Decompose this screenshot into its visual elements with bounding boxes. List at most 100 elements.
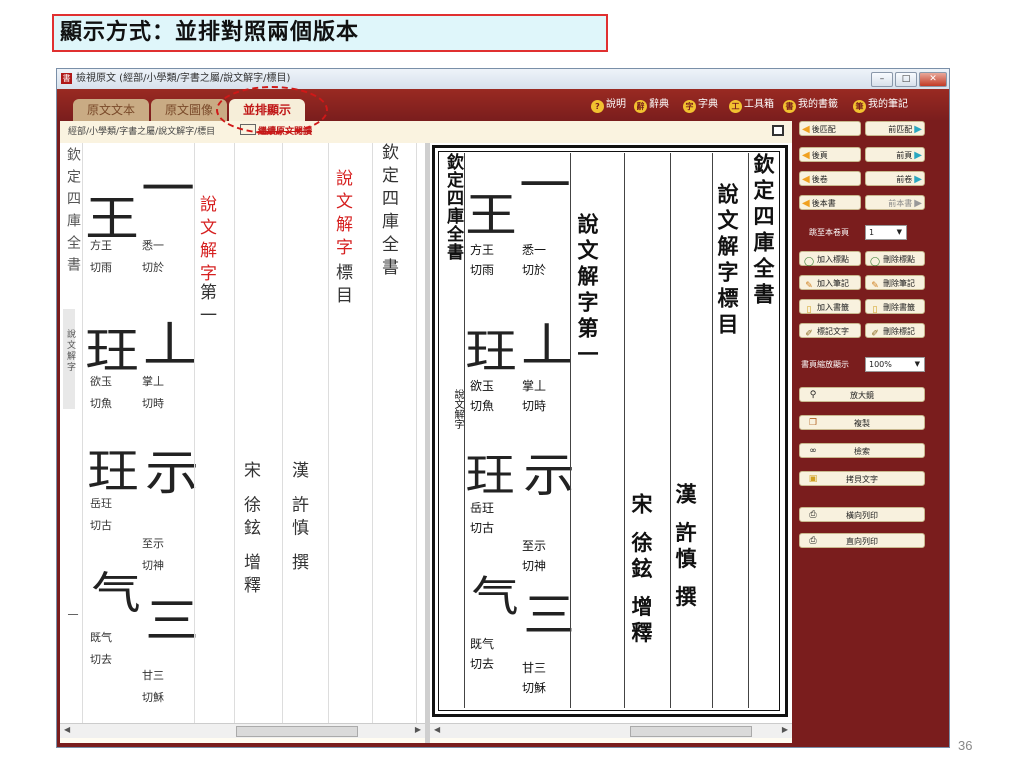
annotation: 岳玨 — [90, 497, 112, 510]
scroll-left-icon[interactable]: ◀ — [64, 725, 70, 734]
zoom-select[interactable]: 100% ▼ — [865, 357, 925, 372]
copy-label: 複製 — [854, 419, 870, 428]
arrow-right-icon: ▶ — [914, 198, 922, 209]
magnifier-button[interactable]: ⚲ 放大鏡 — [799, 387, 925, 402]
scan-divider — [670, 153, 671, 708]
scan-annotation: 方王 — [470, 243, 495, 257]
add-bookmark-button[interactable]: ▯ 加入書籤 — [799, 299, 861, 315]
scan-annotation: 切去 — [470, 657, 495, 671]
seal-char-yi: 一 — [141, 161, 195, 217]
delete-note-button[interactable]: ✎ 刪除筆記 — [865, 275, 925, 291]
prev-book-label: 前本書 — [888, 199, 913, 208]
next-page-button[interactable]: ◀ 後頁 — [799, 147, 861, 162]
delete-mark-button[interactable]: ✐ 刪除標記 — [865, 323, 925, 339]
chevron-down-icon: ▼ — [896, 228, 902, 236]
clipboard-icon: ▣ — [808, 474, 818, 484]
copy-text-button[interactable]: ▣ 拷貝文字 — [799, 471, 925, 486]
annotation: 切雨 — [90, 261, 112, 274]
scan-seal-san: 三 — [523, 588, 575, 642]
scan-seal-jue: 玨 — [465, 324, 517, 378]
notes-icon: 筆 — [853, 100, 866, 113]
scan-seal-qi: 气 — [471, 572, 519, 621]
maximize-button[interactable]: □ — [895, 72, 917, 87]
column-xu-shen: 漢 許慎 撰 — [288, 461, 308, 576]
divider — [82, 143, 83, 723]
arrow-right-icon: ▶ — [914, 174, 922, 185]
bookmark-page-icon: ▯ — [872, 305, 878, 315]
copy-button[interactable]: ❐ 複製 — [799, 415, 925, 430]
delete-note-label: 刪除筆記 — [883, 279, 915, 288]
tab-original-text[interactable]: 原文文本 — [73, 99, 149, 121]
next-page-label: 後頁 — [811, 151, 828, 160]
dictionary-button[interactable]: 辭辭典 — [634, 97, 669, 113]
print-portrait-button[interactable]: ⎙ 直向列印 — [799, 533, 925, 548]
scan-annotation: 悉一 — [522, 243, 547, 257]
scroll-thumb[interactable] — [630, 726, 752, 737]
my-bookmarks-button[interactable]: 書我的書籤 — [783, 97, 838, 113]
annotation: 切魚 — [90, 397, 112, 410]
search-label: 檢索 — [854, 447, 870, 456]
minimize-button[interactable]: – — [871, 72, 893, 87]
delete-mark-label: 刪除標記 — [883, 327, 915, 336]
seal-char-jue2: 玨 — [87, 444, 139, 498]
prev-volume-label: 前卷 — [896, 175, 913, 184]
highlighter-icon: ✐ — [871, 329, 879, 339]
scan-image-pane[interactable]: 欽定四庫全書 說文解字 王 方王 切雨 玨 欲玉 切魚 玨 岳玨 切古 气 既气… — [430, 143, 792, 723]
zoom-label: 書頁縮放顯示 — [801, 360, 849, 369]
delete-bookmark-button[interactable]: ▯ 刪除書籤 — [865, 299, 925, 315]
arrow-right-icon: ▶ — [914, 124, 922, 135]
next-volume-button[interactable]: ◀ 後卷 — [799, 171, 861, 186]
help-button[interactable]: ? 說明 — [591, 97, 626, 113]
next-book-button[interactable]: ◀ 後本書 — [799, 195, 861, 210]
annotation: 切去 — [90, 653, 112, 666]
delete-punctuation-label: 刪除標點 — [883, 255, 915, 264]
annotation: 方王 — [90, 239, 112, 252]
annotation: 切時 — [142, 397, 164, 410]
toolbar: 原文文本 原文圖像 並排顯示 ? 說明 辭辭典 字字典 工工具箱 書我的書籤 筆我… — [57, 89, 949, 121]
toolbox-button[interactable]: 工工具箱 — [729, 97, 774, 113]
window-toggle-icon[interactable] — [772, 125, 784, 136]
annotation: 悉一 — [142, 239, 164, 252]
scan-annotation: 既气 — [470, 637, 495, 651]
scroll-thumb[interactable] — [236, 726, 358, 737]
bookmark-icon: 書 — [783, 100, 796, 113]
prev-page-button[interactable]: 前頁 ▶ — [865, 147, 925, 162]
speech-bubble-icon: ◯ — [870, 257, 881, 267]
text-pane-scrollbar[interactable]: ◀ ▶ — [60, 723, 425, 738]
annotation: 切神 — [142, 559, 164, 572]
mark-text-button[interactable]: ✐ 標記文字 — [799, 323, 861, 339]
my-notes-button[interactable]: 筆我的筆記 — [853, 97, 908, 113]
next-match-button[interactable]: ◀ 後匹配 — [799, 121, 861, 136]
add-note-label: 加入筆記 — [817, 279, 849, 288]
scan-seal-shi: 示 — [523, 448, 575, 502]
app-icon: 書 — [61, 73, 72, 84]
printer-icon: ⎙ — [809, 510, 817, 520]
delete-punctuation-button[interactable]: ◯ 刪除標點 — [865, 251, 925, 267]
scroll-right-icon[interactable]: ▶ — [782, 725, 788, 734]
search-button[interactable]: ∞ 檢索 — [799, 443, 925, 458]
add-punctuation-button[interactable]: ◯ 加入標點 — [799, 251, 861, 267]
arrow-right-icon: ▶ — [914, 150, 922, 161]
prev-book-button[interactable]: 前本書 ▶ — [865, 195, 925, 210]
annotation: 甘三 — [142, 669, 164, 682]
divider — [282, 143, 283, 723]
text-pane[interactable]: 欽定四庫全書 說文解字 一 王 方王 切雨 玨 欲玉 切魚 玨 岳玨 切古 气 … — [60, 143, 425, 723]
print-landscape-button[interactable]: ⎙ 橫向列印 — [799, 507, 925, 522]
scroll-left-icon[interactable]: ◀ — [434, 725, 440, 734]
scan-annotation: 岳玨 — [470, 501, 495, 515]
seal-char-shi: 示 — [145, 445, 199, 501]
scan-pane-scrollbar[interactable]: ◀ ▶ — [430, 723, 792, 738]
scan-annotation: 甘三 — [522, 661, 547, 675]
add-note-button[interactable]: ✎ 加入筆記 — [799, 275, 861, 291]
character-dictionary-button[interactable]: 字字典 — [683, 97, 718, 113]
my-notes-label: 我的筆記 — [868, 99, 908, 110]
scan-annotation: 切穌 — [522, 681, 547, 695]
scroll-right-icon[interactable]: ▶ — [415, 725, 421, 734]
prev-match-button[interactable]: 前匹配 ▶ — [865, 121, 925, 136]
control-panel: ◀ 後匹配 前匹配 ▶ ◀ 後頁 前頁 ▶ ◀ 後卷 前卷 ▶ ◀ 後本書 前本書 ▶ 跳至本卷… — [795, 121, 945, 743]
copy-icon: ❐ — [808, 418, 818, 428]
arrow-left-icon: ◀ — [802, 174, 810, 185]
jump-page-select[interactable]: 1 ▼ — [865, 225, 907, 240]
prev-volume-button[interactable]: 前卷 ▶ — [865, 171, 925, 186]
close-button[interactable]: ✕ — [919, 72, 947, 87]
